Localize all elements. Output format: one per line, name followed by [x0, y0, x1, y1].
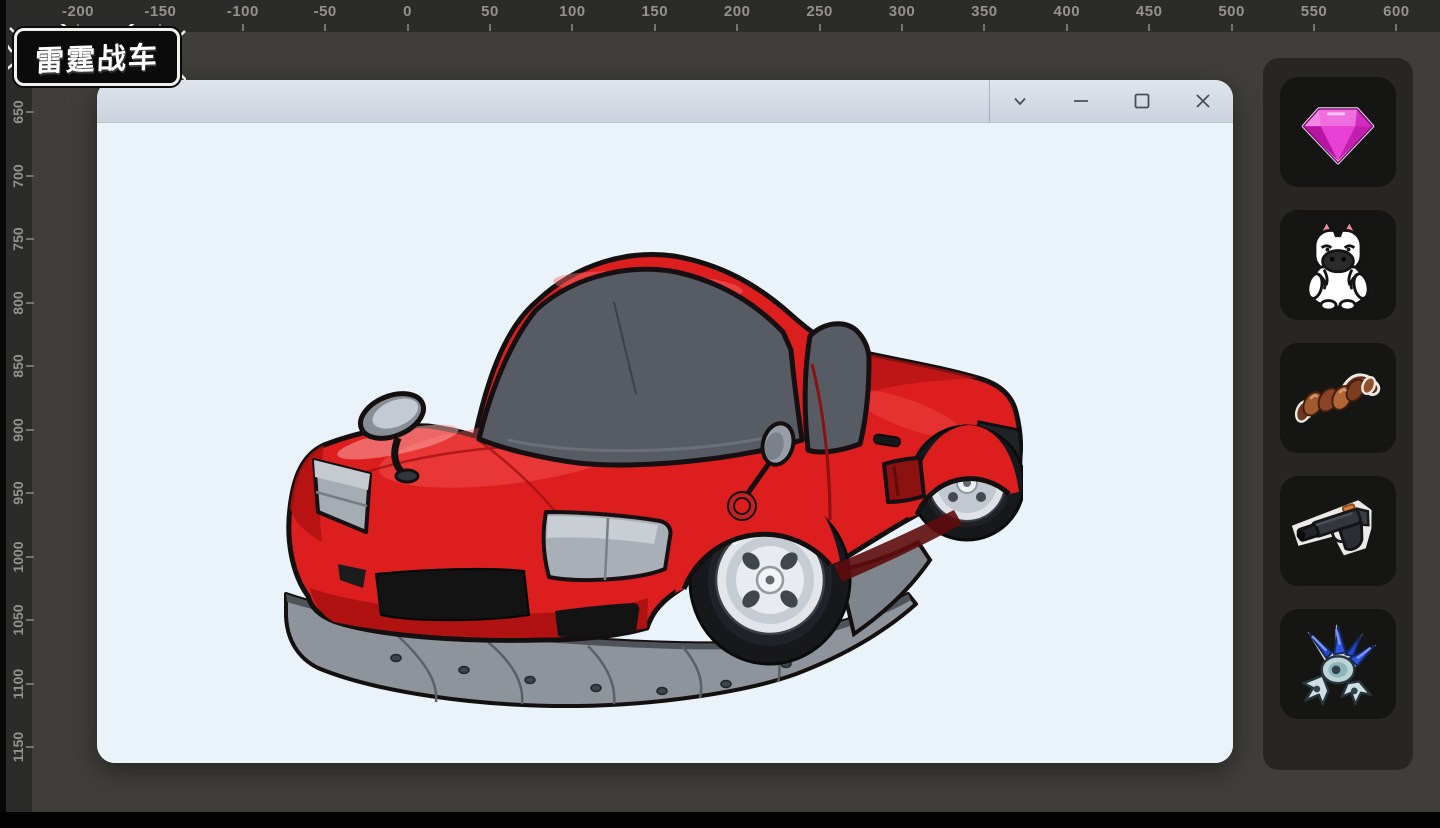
ruler-h-tick	[241, 24, 244, 31]
left-edge-bar	[0, 0, 6, 812]
ruler-h-tick	[406, 24, 409, 31]
ruler-v-tick	[26, 301, 34, 304]
inventory-slot-rusty-part[interactable]	[1280, 343, 1396, 453]
editor-canvas[interactable]	[97, 122, 1233, 763]
ruler-v-tick	[26, 111, 34, 113]
side-vent	[882, 456, 926, 504]
logo-box: 雷霆战车	[14, 28, 180, 86]
maximize-button[interactable]	[1120, 85, 1164, 117]
ruler-v-tick	[26, 365, 34, 367]
ruler-vertical: 650 700 750 800 850 900 950 1000 1050 1100 1150	[6, 0, 34, 812]
ruler-v-tick	[26, 555, 34, 558]
ruler-horizontal: -200 -150 -100 -50 0 50 100 150 200 250 300 350 400 4…	[0, 0, 1440, 32]
ruler-v-label: 1000	[10, 540, 26, 573]
ruler-v-label: 700	[10, 163, 26, 188]
ruler-h-tick	[1230, 24, 1233, 31]
ruler-h-label: 150	[641, 3, 669, 20]
ruler-v-tick	[26, 174, 34, 177]
pink-gem-icon	[1301, 107, 1375, 165]
ruler-h-label: 100	[559, 3, 586, 20]
ruler-v-label: 950	[10, 481, 26, 505]
car-art	[284, 252, 1026, 709]
maximize-icon	[1134, 93, 1150, 109]
inventory-slot-pistol[interactable]	[1280, 476, 1396, 586]
ruler-h-label: -100	[226, 3, 259, 20]
chevron-down-icon	[1014, 97, 1027, 106]
zebra-icon	[1306, 219, 1370, 312]
inventory-sidebar	[1263, 58, 1413, 770]
pistol-icon	[1291, 500, 1372, 556]
close-icon	[1195, 94, 1210, 108]
inventory-slot-zebra[interactable]	[1280, 210, 1396, 320]
menu-chevron-button[interactable]	[998, 85, 1042, 117]
app-window	[97, 80, 1233, 763]
ruler-h-label: 350	[971, 3, 998, 20]
minimize-icon	[1074, 100, 1089, 102]
ruler-v-label: 650	[10, 100, 26, 124]
side-window	[802, 321, 872, 455]
ruler-v-label: 900	[10, 417, 26, 442]
inventory-slot-gem[interactable]	[1280, 77, 1396, 187]
ruler-h-tick	[983, 24, 986, 31]
ruler-h-label: 200	[723, 3, 751, 20]
ruler-h-label: -50	[313, 3, 337, 20]
logo-text: 雷霆战车	[34, 41, 160, 79]
ruler-h-label: 300	[888, 3, 916, 20]
ruler-h-tick	[736, 24, 739, 31]
ruler-h-tick	[489, 24, 491, 31]
ruler-h-label: 250	[806, 3, 833, 20]
ruler-h-label: -200	[61, 3, 95, 20]
ruler-v-tick	[26, 619, 34, 621]
ruler-h-label: 50	[481, 3, 499, 20]
ruler-h-label: 0	[403, 3, 413, 20]
ruler-h-label: 550	[1300, 3, 1328, 20]
ruler-h-label: -150	[144, 3, 177, 20]
ruler-h-label: 400	[1053, 3, 1081, 20]
blue-drone-icon	[1302, 623, 1377, 706]
ruler-h-label: 500	[1218, 3, 1245, 20]
close-button[interactable]	[1181, 85, 1225, 117]
window-titlebar[interactable]	[97, 80, 1233, 123]
ruler-h-label: 450	[1135, 3, 1163, 20]
ruler-v-label: 1100	[10, 668, 26, 699]
inventory-slot-drone[interactable]	[1280, 609, 1396, 719]
ruler-h-tick	[653, 24, 656, 31]
watermark-logo: 雷霆战车	[8, 24, 186, 90]
ruler-h-tick	[1313, 24, 1315, 31]
ruler-v-label: 750	[10, 227, 26, 251]
ruler-h-tick	[324, 24, 327, 31]
ruler-h-tick	[571, 24, 574, 31]
ruler-h-tick	[818, 24, 821, 31]
ruler-h-tick	[901, 24, 903, 31]
ruler-v-tick	[26, 746, 34, 748]
car-illustration[interactable]	[278, 244, 1026, 719]
window-controls	[989, 80, 1233, 122]
ruler-v-tick	[26, 492, 34, 494]
ruler-v-tick	[26, 238, 34, 240]
minimize-button[interactable]	[1059, 85, 1103, 117]
headlight-main	[541, 510, 673, 583]
front-grille	[374, 567, 531, 622]
ruler-v-label: 850	[10, 354, 26, 378]
ruler-h-label: 600	[1383, 3, 1410, 20]
ruler-v-tick	[26, 682, 34, 685]
ruler-v-label: 800	[10, 290, 26, 315]
ruler-v-label: 1150	[10, 731, 26, 763]
rusty-metal-icon	[1294, 373, 1381, 423]
ruler-h-tick	[1148, 24, 1151, 31]
bottom-black-bar	[0, 812, 1440, 828]
ruler-v-tick	[26, 428, 34, 431]
ruler-h-tick	[1395, 24, 1398, 31]
app-screen: -200 -150 -100 -50 0 50 100 150 200 250 300 350 400 4…	[0, 0, 1440, 828]
ruler-v-label: 1050	[10, 604, 26, 636]
ruler-h-tick	[1065, 24, 1068, 31]
